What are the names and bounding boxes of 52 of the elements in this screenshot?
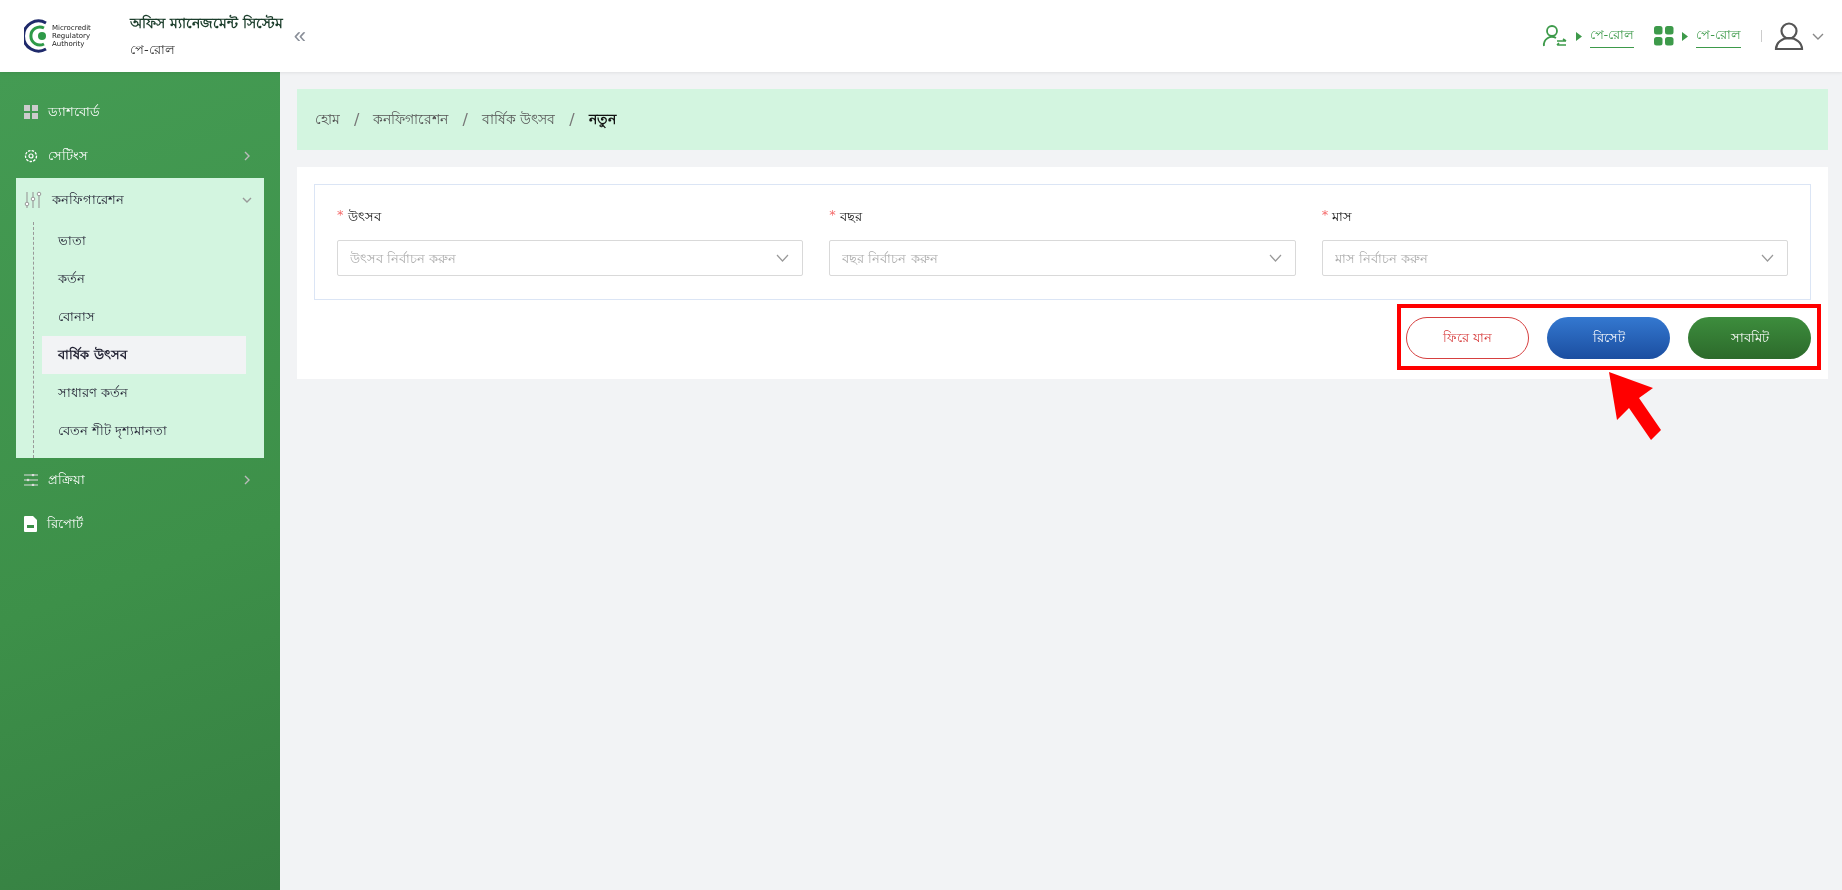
- chevron-down-icon[interactable]: [242, 195, 252, 205]
- module-link[interactable]: পে-রোল: [1589, 24, 1635, 48]
- sidebar-subitem[interactable]: বার্ষিক উৎসব: [42, 336, 246, 374]
- user-switch-icon[interactable]: [1541, 24, 1568, 48]
- triangle-icon: [1575, 31, 1582, 41]
- required-mark: *: [1321, 207, 1329, 224]
- sidebar-subitem[interactable]: ভাতা: [42, 222, 246, 260]
- breadcrumb-link[interactable]: হোম: [315, 107, 340, 132]
- grid-icon[interactable]: [1654, 26, 1675, 46]
- dashboard-icon: [24, 105, 38, 119]
- required-mark: *: [829, 207, 836, 224]
- document-icon: [24, 516, 37, 532]
- reset-button[interactable]: রিসেট: [1547, 317, 1670, 359]
- breadcrumb-separator: /: [569, 110, 575, 129]
- settings-icon: [24, 149, 38, 163]
- chevron-right-icon[interactable]: [242, 151, 252, 161]
- required-mark: *: [337, 207, 344, 224]
- collapse-button[interactable]: «: [289, 23, 310, 49]
- sidebar-subitem[interactable]: কর্তন: [42, 260, 246, 298]
- sidebar-item[interactable]: ড্যাশবোর্ড: [48, 101, 252, 123]
- submit-button[interactable]: সাবমিট: [1688, 317, 1811, 359]
- chevron-down-icon[interactable]: [1812, 32, 1824, 40]
- chevron-down-icon: [1761, 254, 1774, 262]
- select-field[interactable]: বছর নির্বাচন করুন: [829, 240, 1296, 276]
- sliders-icon: [24, 191, 42, 209]
- chevron-down-icon: [776, 254, 790, 262]
- sidebar-item[interactable]: সেটিংস: [48, 145, 232, 167]
- breadcrumb-separator: /: [354, 110, 360, 129]
- field-label: উৎসব: [347, 208, 381, 226]
- sidebar-subitem[interactable]: বোনাস: [42, 298, 246, 336]
- sliders-icon: [24, 474, 38, 486]
- sidebar-subitem[interactable]: বেতন শীট দৃশ্যমানতা: [42, 412, 246, 450]
- chevron-down-icon: [1268, 254, 1282, 262]
- field-label: মাস: [1332, 208, 1353, 226]
- breadcrumb-link[interactable]: কনফিগারেশন: [373, 107, 449, 132]
- breadcrumb-link[interactable]: নতুন: [588, 107, 616, 132]
- sidebar-item[interactable]: কনফিগারেশন: [52, 189, 232, 211]
- chevron-right-icon[interactable]: [242, 475, 252, 485]
- select-field[interactable]: মাস নির্বাচন করুন: [1321, 240, 1788, 276]
- user-avatar-icon[interactable]: [1774, 22, 1804, 50]
- sidebar-item[interactable]: রিপোর্ট: [47, 513, 252, 535]
- sidebar-subitem[interactable]: সাধারণ কর্তন: [42, 374, 246, 412]
- back-button[interactable]: ফিরে যান: [1406, 317, 1529, 359]
- triangle-icon: [1682, 31, 1689, 41]
- sidebar-item[interactable]: প্রক্রিয়া: [48, 469, 232, 491]
- breadcrumb-separator: /: [462, 110, 468, 129]
- module-link[interactable]: পে-রোল: [1696, 24, 1741, 48]
- app-title: অফিস ম্যানেজমেন্ট সিস্টেম: [130, 13, 283, 33]
- field-label: বছর: [839, 208, 862, 226]
- select-field[interactable]: উৎসব নির্বাচন করুন: [337, 240, 804, 276]
- breadcrumb-link[interactable]: বার্ষিক উৎসব: [481, 107, 556, 132]
- app-subtitle: পে-রোল: [130, 40, 176, 59]
